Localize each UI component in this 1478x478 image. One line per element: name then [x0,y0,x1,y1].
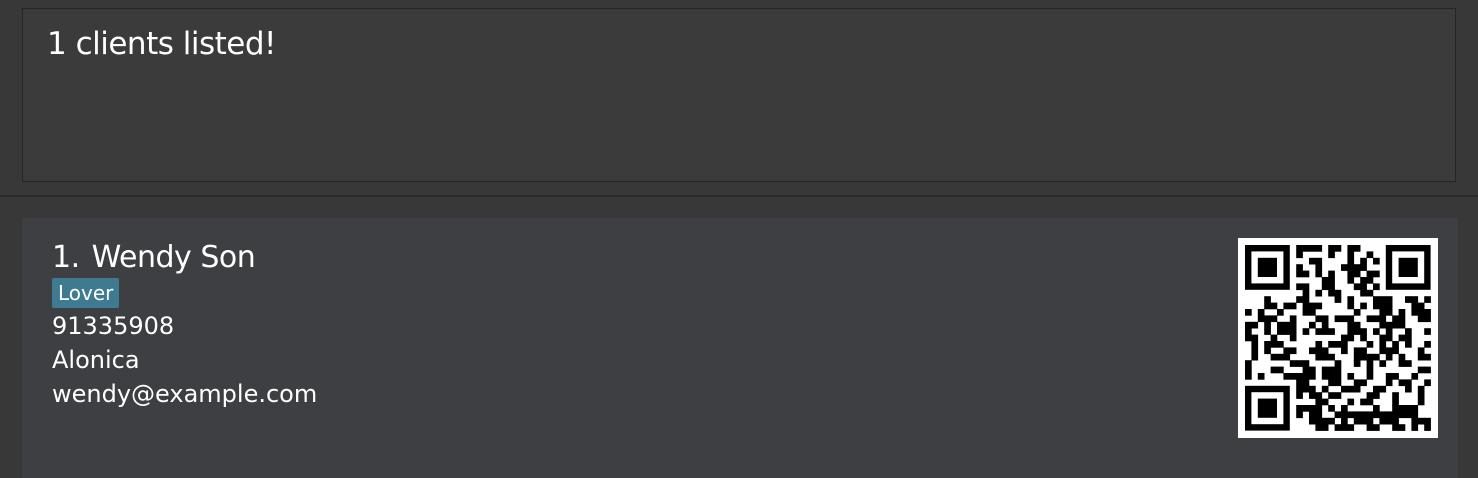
client-phone: 91335908 [52,312,175,340]
result-display-pane: 1 clients listed! [0,0,1478,196]
client-index: 1. [52,240,80,275]
client-address: Alonica [52,346,140,374]
client-tag: Lover [52,278,120,308]
result-message: 1 clients listed! [47,26,276,62]
client-list-pane[interactable]: 1. Wendy Son Lover 91335908 Alonica wendy… [0,197,1478,478]
result-display-box: 1 clients listed! [22,8,1456,182]
client-name: Wendy Son [91,240,256,275]
client-name-line: 1. Wendy Son [52,238,256,278]
qr-code-icon [1238,238,1438,438]
client-email: wendy@example.com [52,380,318,408]
qr-code-graphic [1245,245,1431,431]
client-card[interactable]: 1. Wendy Son Lover 91335908 Alonica wendy… [22,218,1458,478]
